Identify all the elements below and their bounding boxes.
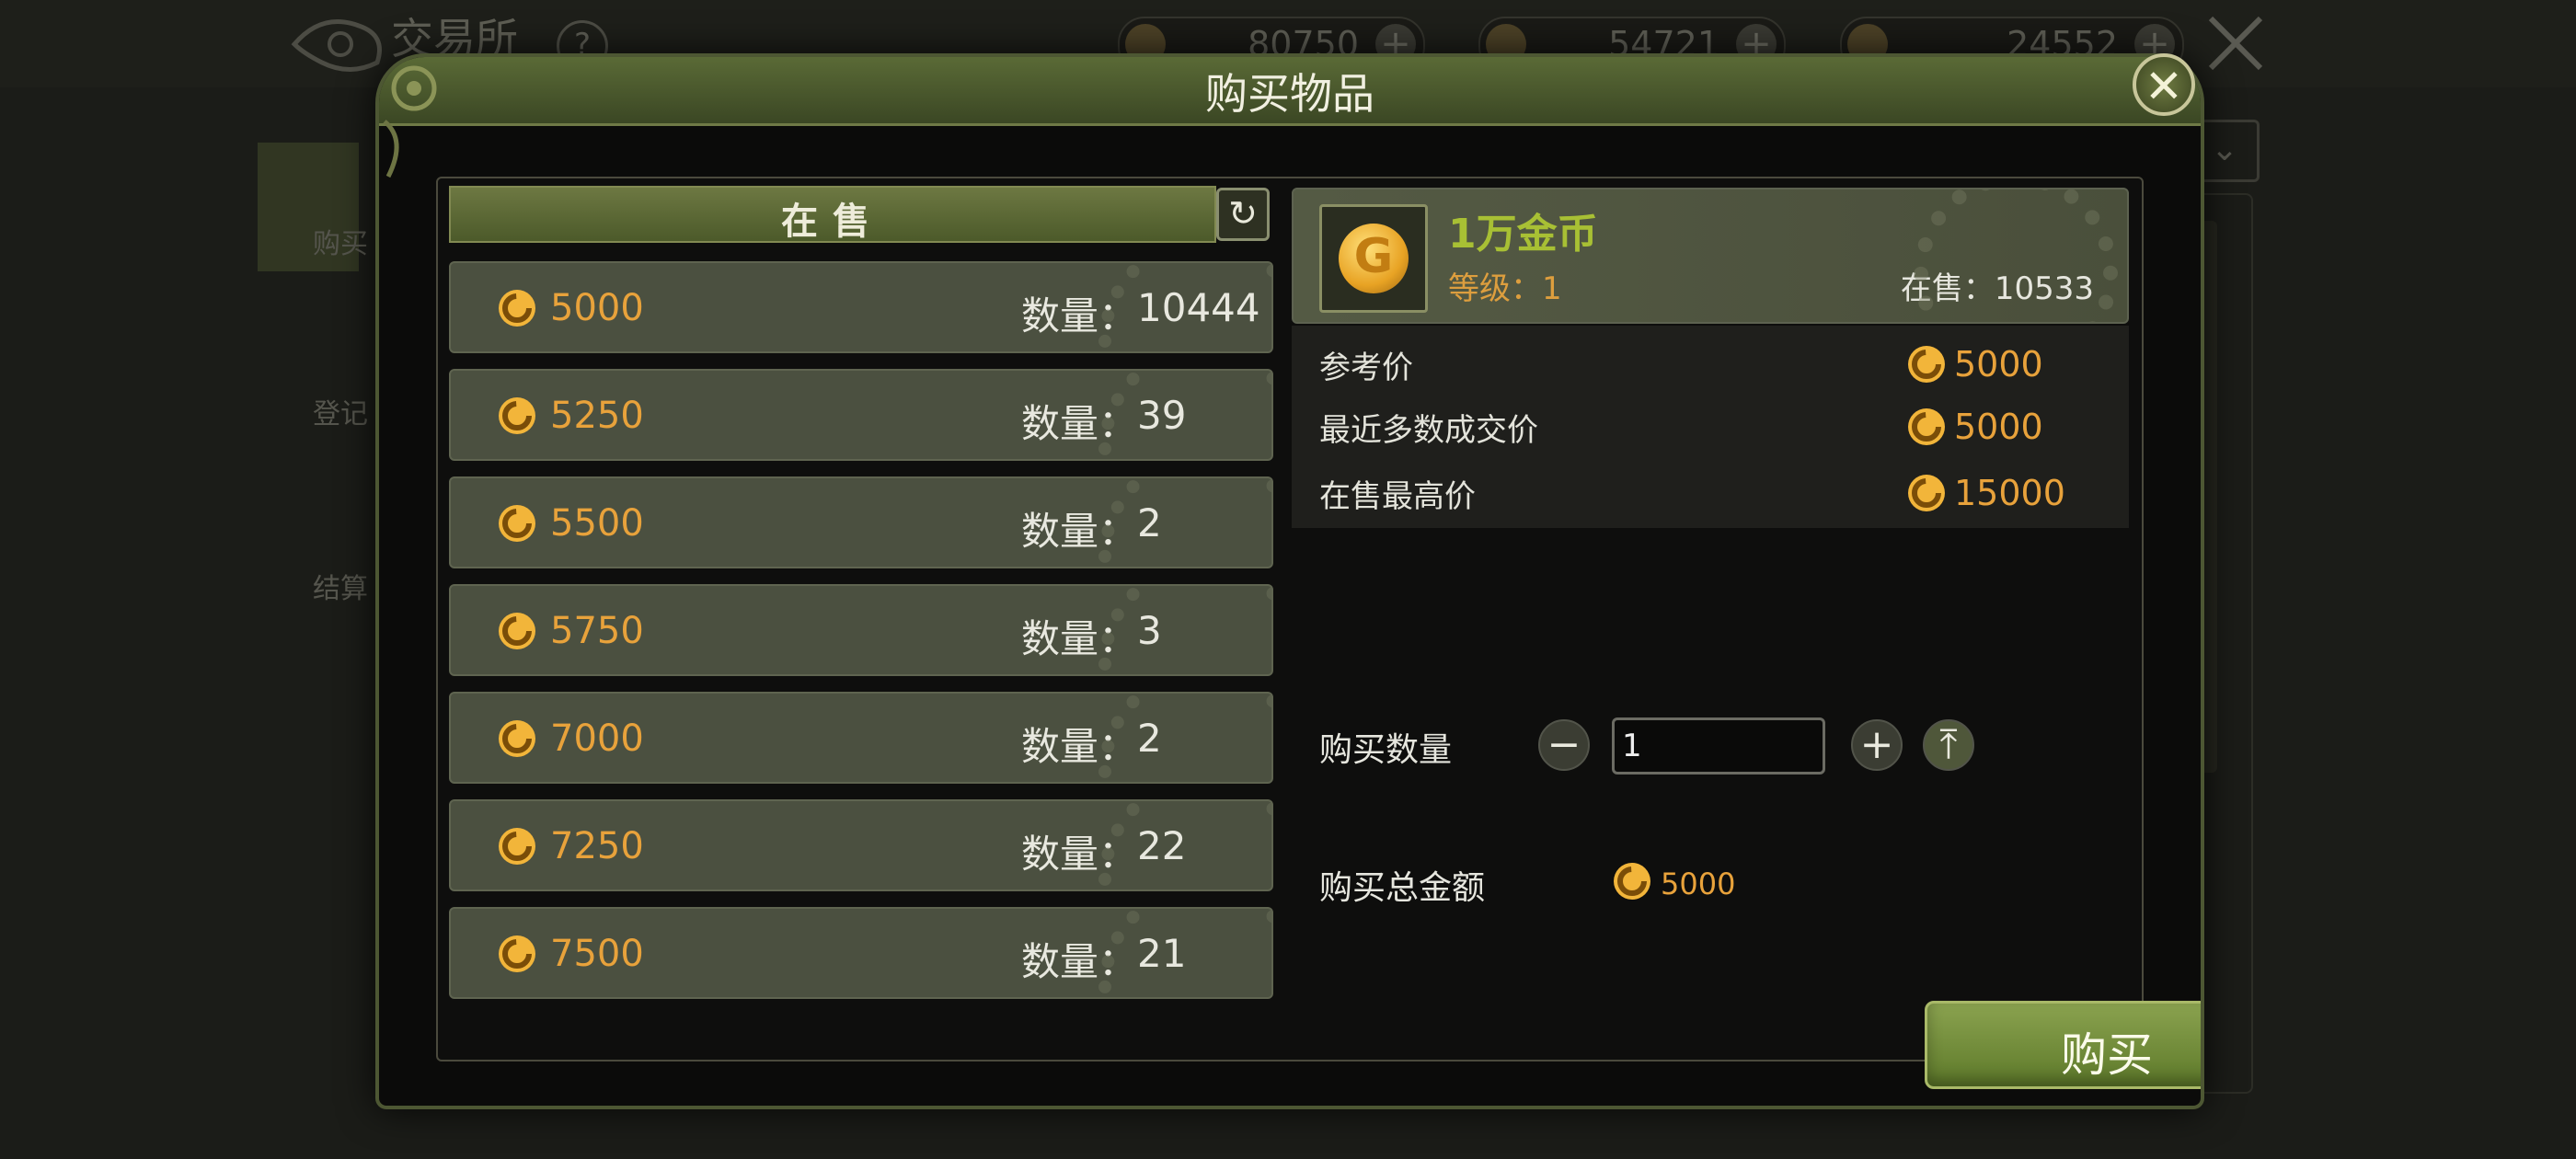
listings-header-label: 在售 bbox=[781, 201, 884, 243]
item-card: 1万金币 等级：1 在售：10533 bbox=[1292, 188, 2129, 324]
listing-row[interactable]: 5500 数量： 2 bbox=[449, 476, 1273, 568]
reference-label: 参考价 bbox=[1319, 350, 1413, 386]
listing-qty: 2 bbox=[1137, 716, 1162, 761]
listing-price: 7250 bbox=[550, 825, 644, 867]
crossed-swords-icon[interactable] bbox=[2203, 11, 2268, 75]
listing-qty-label: 数量： bbox=[1021, 832, 1138, 877]
silver-coin-icon bbox=[497, 503, 537, 544]
silver-coin-icon bbox=[497, 611, 537, 651]
purchase-total-label: 购买总金额 bbox=[1319, 869, 1486, 907]
listing-price: 5750 bbox=[550, 610, 644, 652]
buy-button-label: 购买 bbox=[2061, 1028, 2153, 1082]
listing-row[interactable]: 7250 数量： 22 bbox=[449, 799, 1273, 891]
increase-qty-button[interactable]: + bbox=[1851, 719, 1903, 771]
listing-price: 7500 bbox=[550, 933, 644, 975]
max-qty-button[interactable]: ⤒ bbox=[1923, 719, 1974, 771]
silver-coin-icon bbox=[497, 826, 537, 866]
listing-row[interactable]: 7500 数量： 21 bbox=[449, 907, 1273, 999]
listing-price: 5500 bbox=[550, 502, 644, 545]
silver-coin-icon bbox=[1906, 473, 1947, 513]
listings-list: 5000 数量： 10444 5250 数量： 39 5500 数量： 2 57… bbox=[449, 261, 1273, 1015]
silver-coin-icon bbox=[497, 934, 537, 974]
buy-item-modal: 购买物品 在售 ↻ 5000 数量： 10444 5250 数量： 39 550… bbox=[375, 53, 2204, 1109]
gold-coin-icon bbox=[1339, 224, 1409, 293]
refresh-button[interactable]: ↻ bbox=[1216, 188, 1270, 241]
reference-label: 最近多数成交价 bbox=[1319, 412, 1538, 449]
listing-row[interactable]: 5750 数量： 3 bbox=[449, 584, 1273, 676]
listing-row[interactable]: 7000 数量： 2 bbox=[449, 692, 1273, 784]
purchase-qty-label: 购买数量 bbox=[1319, 731, 1453, 769]
reference-value: 5000 bbox=[1954, 407, 2043, 447]
item-stock: 在售：10533 bbox=[1900, 270, 2094, 307]
silver-coin-icon bbox=[1906, 344, 1947, 384]
listing-qty-label: 数量： bbox=[1021, 293, 1138, 339]
purchase-qty-input[interactable] bbox=[1612, 717, 1825, 775]
listing-price: 5000 bbox=[550, 287, 644, 329]
sidebar-item-checkout[interactable]: 结算 bbox=[294, 566, 386, 606]
listing-qty: 3 bbox=[1137, 608, 1162, 653]
reference-row: 最近多数成交价 5000 bbox=[1319, 399, 2101, 454]
modal-title: 购买物品 bbox=[1205, 69, 1374, 119]
listing-row[interactable]: 5000 数量： 10444 bbox=[449, 261, 1273, 353]
listing-qty: 21 bbox=[1137, 931, 1187, 976]
item-name: 1万金币 bbox=[1448, 211, 1598, 258]
sidebar-item-register[interactable]: 登记 bbox=[294, 391, 386, 431]
listing-qty-label: 数量： bbox=[1021, 939, 1138, 984]
reference-prices: 参考价 5000 最近多数成交价 5000 在售最高价 15000 bbox=[1292, 326, 2129, 528]
buy-button[interactable]: 购买 bbox=[1925, 1001, 2201, 1089]
listing-qty-label: 数量： bbox=[1021, 401, 1138, 446]
silver-coin-icon bbox=[497, 288, 537, 328]
reference-label: 在售最高价 bbox=[1319, 478, 1476, 515]
item-level: 等级：1 bbox=[1448, 270, 1562, 307]
reference-row: 参考价 5000 bbox=[1319, 337, 2101, 392]
listing-qty-label: 数量： bbox=[1021, 509, 1138, 554]
listing-qty: 10444 bbox=[1137, 285, 1260, 330]
reference-value: 5000 bbox=[1954, 344, 2043, 384]
listing-qty: 39 bbox=[1137, 393, 1187, 438]
listing-row[interactable]: 5250 数量： 39 bbox=[449, 369, 1273, 461]
purchase-total-value: 5000 bbox=[1661, 866, 1736, 901]
listing-qty-label: 数量： bbox=[1021, 724, 1138, 769]
silver-coin-icon bbox=[497, 718, 537, 759]
close-button[interactable]: ✕ bbox=[2133, 53, 2195, 116]
reference-value: 15000 bbox=[1954, 473, 2065, 513]
item-icon bbox=[1319, 204, 1428, 313]
listing-price: 7000 bbox=[550, 717, 644, 760]
reference-row: 在售最高价 15000 bbox=[1319, 465, 2101, 521]
corner-ornament-icon bbox=[383, 65, 437, 178]
silver-coin-icon bbox=[1612, 861, 1652, 901]
listing-qty-label: 数量： bbox=[1021, 616, 1138, 661]
listing-qty: 22 bbox=[1137, 823, 1187, 868]
modal-header: 购买物品 bbox=[379, 57, 2201, 126]
decrease-qty-button[interactable]: − bbox=[1538, 719, 1590, 771]
silver-coin-icon bbox=[497, 396, 537, 436]
listing-price: 5250 bbox=[550, 395, 644, 437]
silver-coin-icon bbox=[1906, 407, 1947, 447]
sidebar-item-buy[interactable]: 购买 bbox=[294, 221, 386, 261]
listing-qty: 2 bbox=[1137, 500, 1162, 545]
listings-header: 在售 bbox=[449, 186, 1216, 243]
